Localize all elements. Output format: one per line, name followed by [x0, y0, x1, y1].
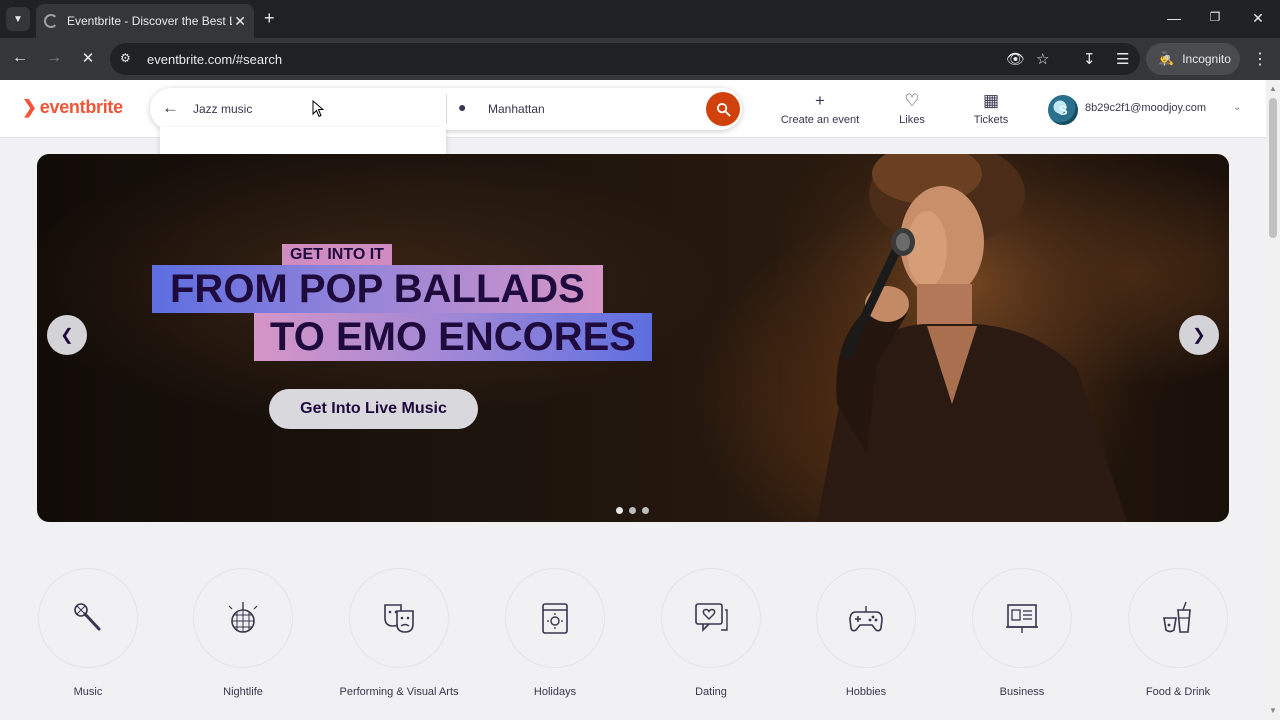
drinks-icon — [1163, 601, 1191, 633]
hero-headline-line1: FROM POP BALLADS — [152, 265, 603, 313]
category-dating[interactable]: Dating — [641, 568, 781, 700]
hero-headline-line2: TO EMO ENCORES — [254, 313, 652, 361]
incognito-badge[interactable]: 🕵 Incognito — [1146, 43, 1240, 75]
category-label: Holidays — [533, 686, 577, 698]
restore-icon[interactable]: ❐ — [1205, 10, 1225, 24]
heart-icon: ♡ — [904, 91, 920, 110]
category-hobbies[interactable]: Hobbies — [796, 568, 936, 700]
window-close-icon[interactable]: ✕ — [1248, 10, 1268, 27]
search-button[interactable] — [706, 92, 740, 126]
tab-search-chevron-icon[interactable]: ▼ — [6, 7, 30, 31]
create-event-label: Create an event — [780, 114, 860, 126]
url-text[interactable]: eventbrite.com/#search — [147, 52, 282, 67]
category-circle[interactable] — [38, 568, 138, 668]
carousel-dots — [616, 507, 649, 514]
category-label: Performing & Visual Arts — [339, 686, 459, 698]
search-input[interactable]: Jazz music — [193, 102, 252, 116]
category-circle[interactable] — [661, 568, 761, 668]
hero-banner: GET INTO IT FROM POP BALLADS TO EMO ENCO… — [37, 154, 1229, 522]
incognito-label: Incognito — [1182, 52, 1231, 66]
carousel-dot[interactable] — [629, 507, 636, 514]
eventbrite-logo[interactable]: ❯ eventbrite — [22, 97, 123, 118]
likes-button[interactable]: ♡ Likes — [890, 91, 934, 127]
mouse-cursor-icon — [312, 100, 324, 118]
page-scrollbar[interactable]: ▲ ▼ — [1266, 80, 1280, 720]
browser-toolbar: ← → ✕ ⚙ eventbrite.com/#search 👁 ☆ ↧ ☰ 🕵… — [0, 38, 1280, 80]
forward-icon[interactable]: → — [44, 49, 64, 67]
browser-tab[interactable]: Eventbrite - Discover the Best L ✕ — [36, 4, 254, 38]
minimize-icon[interactable]: — — [1164, 10, 1184, 26]
scroll-thumb[interactable] — [1269, 98, 1277, 238]
site-info-icon[interactable]: ⚙ — [120, 51, 136, 67]
carousel-prev-chevron-icon[interactable]: ❮ — [47, 315, 87, 355]
search-bar: ← Jazz music ● Manhattan — [150, 88, 742, 130]
category-circle[interactable] — [816, 568, 916, 668]
category-nightlife[interactable]: Nightlife — [173, 568, 313, 700]
logo-text: eventbrite — [39, 97, 123, 117]
category-label: Food & Drink — [1145, 686, 1211, 698]
category-holidays[interactable]: Holidays — [485, 568, 625, 700]
browser-menu-icon[interactable]: ⋮ — [1252, 49, 1268, 69]
chat-heart-icon — [695, 603, 728, 632]
category-label: Nightlife — [223, 686, 263, 698]
incognito-icon: 🕵 — [1158, 51, 1175, 66]
carousel-next-chevron-icon[interactable]: ❯ — [1179, 315, 1219, 355]
carousel-dot[interactable] — [616, 507, 623, 514]
hero-cta-button[interactable]: Get Into Live Music — [269, 389, 478, 429]
media-controls-icon[interactable]: ☰ — [1116, 50, 1129, 68]
category-circle[interactable] — [193, 568, 293, 668]
new-tab-plus-icon[interactable]: + — [264, 9, 275, 27]
carousel-dot[interactable] — [642, 507, 649, 514]
loading-spinner-icon — [44, 14, 58, 28]
location-input[interactable]: Manhattan — [488, 102, 545, 116]
singer-image — [777, 154, 1197, 522]
back-icon[interactable]: ← — [10, 49, 30, 67]
stop-loading-icon[interactable]: ✕ — [78, 49, 98, 67]
location-pin-icon: ● — [458, 99, 467, 115]
disco-ball-icon — [228, 602, 258, 633]
category-circle[interactable] — [1128, 568, 1228, 668]
tab-title: Eventbrite - Discover the Best L — [67, 14, 232, 28]
presentation-icon — [1006, 604, 1038, 633]
gamepad-icon — [849, 606, 883, 632]
category-circle[interactable] — [505, 568, 605, 668]
category-label: Business — [999, 686, 1045, 698]
category-food-drink[interactable]: Food & Drink — [1108, 568, 1248, 700]
browser-tabstrip: ▼ Eventbrite - Discover the Best L ✕ + —… — [0, 0, 1280, 38]
plus-icon: + — [815, 91, 825, 110]
theater-masks-icon — [384, 604, 414, 633]
eye-slash-icon[interactable]: 👁 — [1006, 50, 1025, 68]
category-label: Music — [73, 686, 103, 698]
user-email[interactable]: 8b29c2f1@moodjoy.com — [1085, 102, 1206, 114]
category-label: Dating — [695, 686, 727, 698]
eventbrite-logo-icon: ❯ — [22, 97, 37, 117]
search-back-arrow-icon[interactable]: ← — [162, 98, 179, 118]
search-icon — [716, 102, 731, 117]
download-icon[interactable]: ↧ — [1083, 50, 1096, 68]
scroll-up-arrow-icon[interactable]: ▲ — [1269, 84, 1277, 93]
scroll-down-arrow-icon[interactable]: ▼ — [1269, 706, 1277, 715]
category-circle[interactable] — [972, 568, 1072, 668]
create-event-button[interactable]: + Create an event — [776, 91, 864, 127]
hero-tag: GET INTO IT — [282, 244, 392, 266]
tickets-label: Tickets — [973, 114, 1009, 126]
likes-label: Likes — [899, 114, 925, 126]
avatar[interactable]: S — [1048, 95, 1078, 125]
tab-close-icon[interactable]: ✕ — [234, 13, 246, 30]
category-performing-visual-arts[interactable]: Performing & Visual Arts — [329, 568, 469, 700]
category-circle[interactable] — [349, 568, 449, 668]
bookmark-star-icon[interactable]: ☆ — [1036, 50, 1049, 68]
microphone-icon — [74, 603, 101, 631]
tickets-button[interactable]: ▦ Tickets — [968, 91, 1014, 127]
ticket-icon: ▦ — [982, 91, 1000, 110]
category-business[interactable]: Business — [952, 568, 1092, 700]
chevron-down-icon[interactable]: ⌄ — [1233, 102, 1241, 113]
category-label: Hobbies — [845, 686, 887, 698]
calendar-icon — [542, 603, 568, 634]
address-bar[interactable]: ⚙ eventbrite.com/#search 👁 ☆ — [110, 43, 1140, 75]
category-music[interactable]: Music — [18, 568, 158, 700]
search-divider — [446, 94, 447, 124]
